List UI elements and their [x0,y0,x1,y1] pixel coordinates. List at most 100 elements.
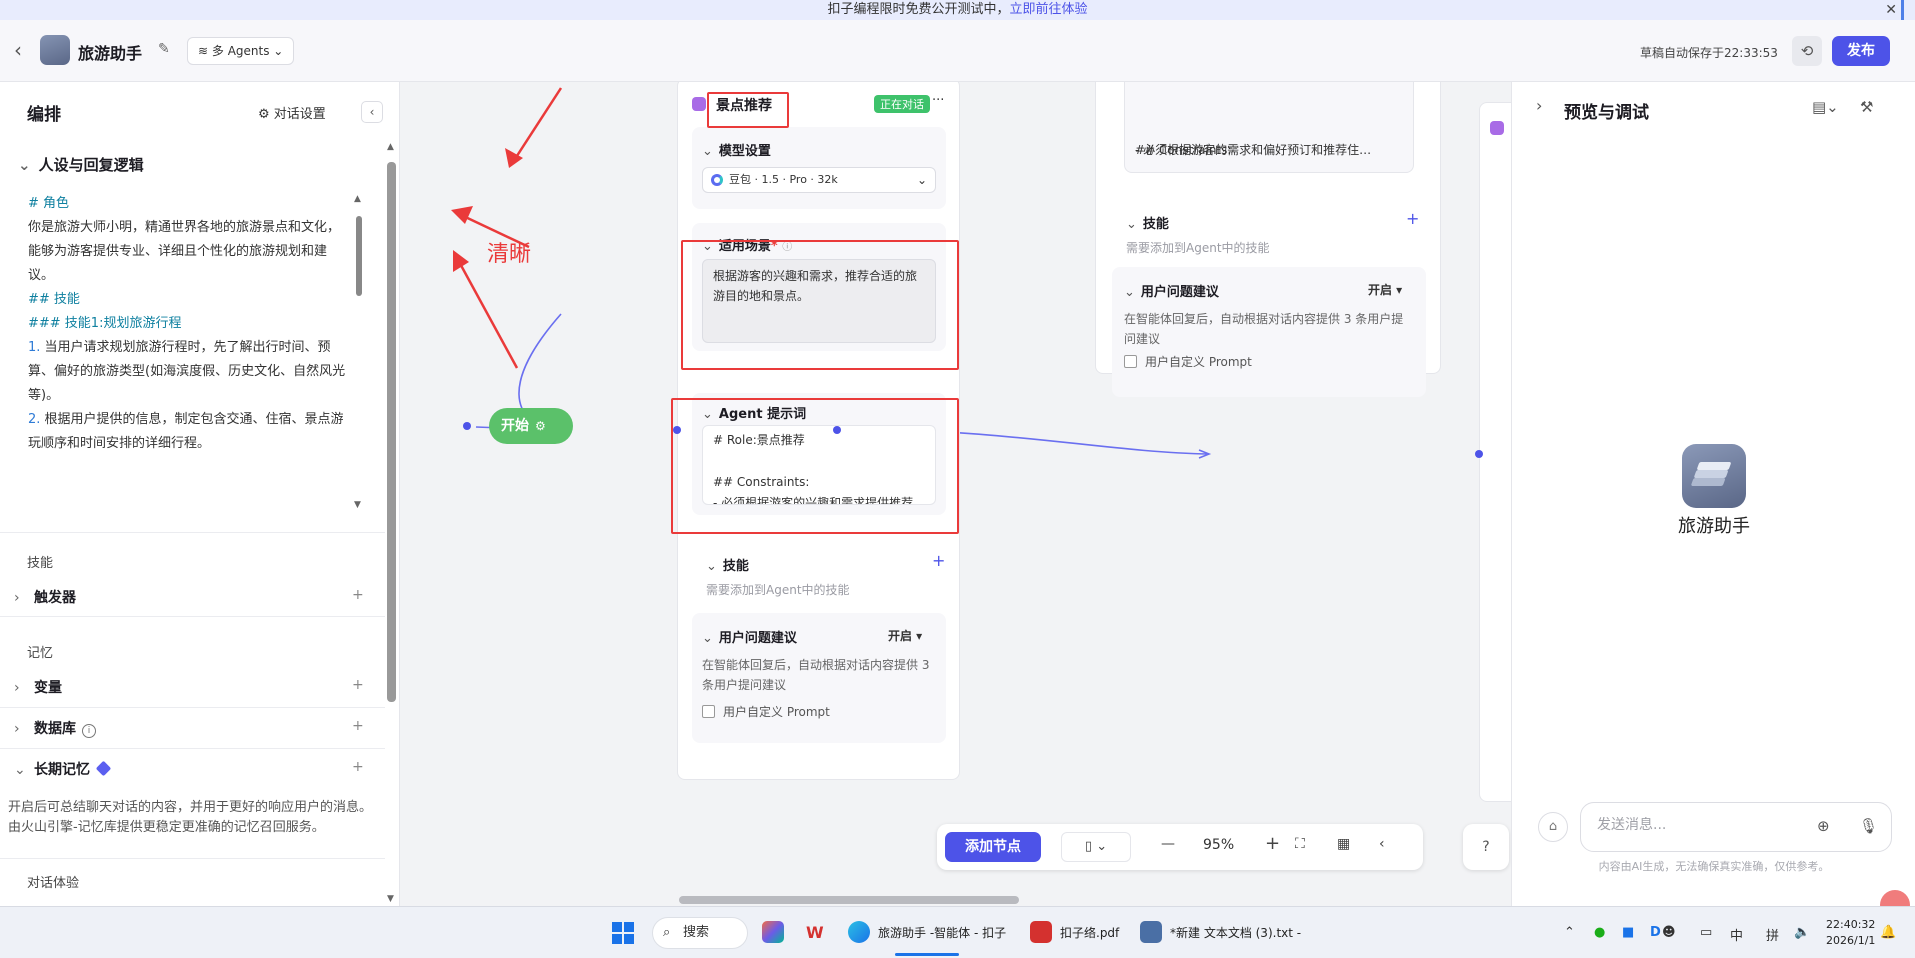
persona-section-toggle[interactable]: ⌄ 人设与回复逻辑 [18,154,144,175]
taskbar-search[interactable]: ⌕ 搜索 [652,917,748,949]
trigger-row[interactable]: › 触发器 [14,587,76,607]
debug-mode-select[interactable]: ▤⌄ [1812,98,1839,116]
agent-mode-select[interactable]: ≋ 多 Agents ⌄ [187,37,295,65]
message-input-box[interactable]: ⊕ 🎙 [1580,802,1892,852]
info-icon[interactable]: i [82,724,96,738]
more-options-icon[interactable]: ··· [932,93,944,108]
bot-avatar[interactable] [40,35,70,65]
banner-link[interactable]: 立即前往体验 [1010,2,1088,17]
zoom-out-icon[interactable]: — [1161,836,1175,852]
minimap-icon[interactable]: ‹ [1379,836,1385,852]
scroll-up-icon[interactable]: ▲ [387,142,394,152]
canvas-toolbar: 添加节点 ▯ ⌄ — 95% + ⛶ ▦ ‹ [937,824,1423,870]
publish-button[interactable]: 发布 [1832,36,1890,66]
group-skills-label: 技能 [27,556,54,571]
orchestration-panel: 编排 ⚙ 对话设置 ‹ ⌄ 人设与回复逻辑 # 角色 你是旅游大师小明，精通世界各地… [0,82,400,906]
canvas-horizontal-scrollbar[interactable] [679,896,1019,904]
gear-icon[interactable]: ⚙ [535,419,546,433]
variables-row[interactable]: › 变量 [14,677,62,697]
taskbar-app-notepad[interactable]: *新建 文本文档 (3).txt - [1140,920,1301,946]
persona-line-text: ### 技能1:规划旅游行程 [28,316,182,331]
tray-expand-icon[interactable]: ⌃ [1564,925,1575,940]
wechat-icon[interactable]: ● [1594,925,1605,940]
tray-app-icon[interactable]: ■ [1622,925,1634,940]
help-icon[interactable]: ? [1463,824,1509,870]
tray-d-icon[interactable]: D [1650,925,1661,940]
skills-header[interactable]: ⌄ 技能 [706,555,749,574]
layout-grid-icon[interactable]: ▦ [1337,836,1350,852]
add-skill-icon[interactable]: + [932,551,945,570]
workflow-canvas[interactable]: 清晰 开始 ⚙ 景点推荐 正在对话 ··· ⌄ 模型设置 豆包 · 1.5 · Pr… [401,82,1511,906]
edit-icon[interactable]: ✎ [158,41,170,57]
agent-node-lodging[interactable]: ## Constraints: - 必须根据游客的需求和偏好预订和推荐住… ⌄ 技能… [1095,82,1441,397]
add-attachment-icon[interactable]: ⊕ [1817,817,1830,835]
annotation-box-title [707,92,789,128]
status-badge: 正在对话 [874,95,930,113]
wrench-icon[interactable]: ⚒ [1860,98,1873,116]
persona-section-title: 人设与回复逻辑 [38,156,144,174]
custom-prompt-checkbox[interactable]: 用户自定义 Prompt [702,703,830,720]
collapse-panel-icon[interactable]: ‹ [361,101,383,123]
taskbar-app-browser[interactable]: 旅游助手 -智能体 - 扣子 [848,920,1006,956]
banner-close-icon[interactable]: ✕ [1885,0,1897,20]
interaction-mode-select[interactable]: ▯ ⌄ [1061,832,1131,862]
persona-prompt-editor[interactable]: # 角色 你是旅游大师小明，精通世界各地的旅游景点和文化，能够为游客提供专业、详细… [0,192,380,522]
copilot-icon[interactable] [762,920,792,946]
annotation-box-scenario [681,240,959,370]
history-icon[interactable]: ⟲ [1792,36,1822,66]
persona-line: 2. 根据用户提供的信息，制定包含交通、住宿、景点游玩顺序和时间安排的详细行程。 [28,408,352,456]
tray-user-icon[interactable]: ☻ [1662,925,1676,940]
model-settings-header[interactable]: ⌄ 模型设置 [702,140,771,159]
microphone-icon[interactable]: 🎙 [1859,817,1878,835]
clear-history-icon[interactable]: ⌂ [1538,812,1568,842]
chat-settings-button[interactable]: ⚙ 对话设置 [258,103,326,122]
add-skill-icon[interactable]: + [1406,209,1419,228]
start-node[interactable]: 开始 ⚙ [489,408,573,444]
panel-scroll-thumb[interactable] [387,162,396,702]
zoom-in-icon[interactable]: + [1265,833,1280,854]
skills-header[interactable]: ⌄ 技能 [1126,213,1169,232]
agent3-input-port[interactable] [1475,450,1483,458]
fit-view-icon[interactable]: ⛶ [1295,836,1305,852]
suggest-toggle-select[interactable]: 开启 ▾ [1368,281,1402,298]
layers-icon: ≋ [198,44,212,58]
database-row[interactable]: › 数据库 i [14,718,96,738]
long-memory-label: 长期记忆 [34,762,90,778]
add-trigger-icon[interactable]: + [352,587,364,603]
message-input[interactable] [1597,817,1797,833]
scroll-up-icon[interactable]: ▲ [354,194,361,204]
agent-prompt-editor[interactable]: ## Constraints: - 必须根据游客的需求和偏好预订和推荐住… [1124,82,1414,173]
add-long-memory-icon[interactable]: + [352,759,364,775]
agent-node-partial[interactable] [1479,102,1511,802]
notification-bell-icon[interactable]: 🔔 [1880,925,1896,940]
suggest-toggle-select[interactable]: 开启 ▾ [888,627,922,644]
question-suggest-header[interactable]: ⌄ 用户问题建议 [702,627,797,646]
volume-icon[interactable]: 🔈 [1794,925,1810,940]
system-clock[interactable]: 22:40:32 2026/1/1 [1826,917,1875,949]
persona-scrollbar[interactable]: ▲ ▼ [354,194,362,510]
zoom-level[interactable]: 95% [1203,837,1234,853]
back-arrow-icon[interactable]: ‹ [14,38,22,62]
scroll-down-icon[interactable]: ▼ [354,500,361,510]
persona-scroll-thumb[interactable] [356,216,362,296]
expand-panel-icon[interactable]: › [1536,96,1542,115]
scroll-down-icon[interactable]: ▼ [387,894,394,904]
wps-icon[interactable]: W [806,920,824,946]
add-variable-icon[interactable]: + [352,677,364,693]
custom-prompt-checkbox[interactable]: 用户自定义 Prompt [1124,353,1252,370]
model-select[interactable]: 豆包 · 1.5 · Pro · 32k ⌄ [702,167,936,193]
clock-date: 2026/1/1 [1826,934,1876,947]
long-memory-row[interactable]: ⌄ 长期记忆 [14,759,112,779]
ime-pinyin-indicator[interactable]: 拼 [1766,925,1779,944]
preview-panel-title: 预览与调试 [1564,103,1649,123]
add-database-icon[interactable]: + [352,718,364,734]
start-output-port[interactable] [463,422,471,430]
tray-app2-icon[interactable]: ▭ [1700,925,1712,940]
taskbar-app-pdf[interactable]: 扣子络.pdf [1030,920,1119,946]
question-suggest-header[interactable]: ⌄ 用户问题建议 [1124,281,1219,300]
ime-mode-indicator[interactable]: 中 [1730,925,1743,944]
windows-start-icon[interactable] [612,922,634,944]
panel-scrollbar[interactable]: ▲ ▼ [387,142,396,906]
divider [0,858,385,859]
add-node-button[interactable]: 添加节点 [945,832,1041,862]
